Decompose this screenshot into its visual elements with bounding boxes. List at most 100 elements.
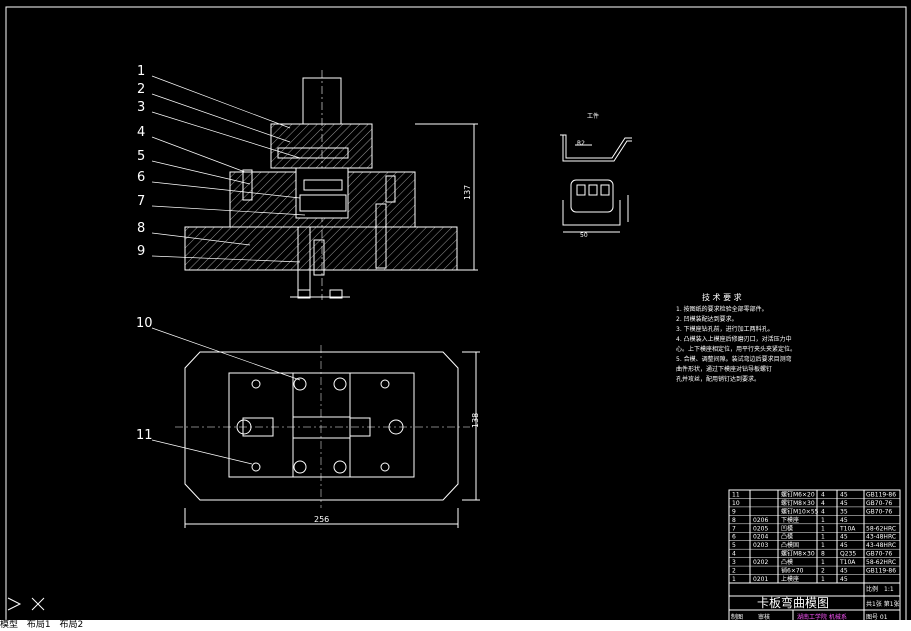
bom-cell-name: 螺钉M8×30: [781, 499, 815, 507]
bom-cell-no: 4: [732, 551, 736, 558]
bom-cell-name: 凸模: [781, 558, 793, 566]
tech-req-line-2: 2. 凹模装配达到要求。: [676, 315, 738, 323]
bom-cell-code: 0202: [753, 559, 768, 566]
drawing-svg: 137 1 2 3 4 5 6 7 8 9 10 11 256 138 工件 R…: [5, 6, 907, 625]
plan-view: [175, 345, 480, 528]
tech-req-title: 技 术 要 求: [702, 292, 742, 302]
bom-cell-qty: 1: [821, 534, 825, 541]
bom-cell-qty: 1: [821, 542, 825, 549]
title-block-sheet: 共1张 第1张: [866, 600, 900, 608]
dim-256: 256: [314, 515, 329, 524]
bom-cell-mat: T10A: [839, 559, 856, 566]
part-label-2: 2: [137, 82, 145, 97]
bom-cell-qty: 1: [821, 517, 825, 524]
bom-cell-name: 螺钉M6×20: [781, 490, 815, 498]
bom-cell-mat: 45: [840, 568, 848, 575]
bom-cell-name: 凹模: [781, 524, 793, 532]
bom-cell-mat: 45: [840, 576, 848, 583]
bom-cell-no: 2: [732, 568, 736, 575]
bom-cell-name: 销6×70: [781, 567, 804, 575]
bom-cell-name: 螺钉M10×55: [781, 507, 819, 515]
dim-137: 137: [463, 185, 472, 200]
bom-cell-std: GB119-86: [866, 491, 896, 498]
part-label-8: 8: [137, 221, 145, 236]
bom-cell-code: 0204: [753, 534, 768, 541]
part-label-9: 9: [137, 244, 145, 259]
part-label-10: 10: [136, 316, 153, 331]
bom-cell-qty: 4: [821, 500, 825, 507]
bom-cell-name: 凸模固: [781, 541, 799, 549]
workpiece-view: [560, 134, 632, 233]
bom-cell-qty: 1: [821, 525, 825, 532]
bom-cell-name: 下模座: [781, 516, 799, 524]
bom-cell-no: 6: [732, 534, 736, 541]
bom-cell-std: GB70-76: [866, 500, 892, 507]
bom-cell-mat: T10A: [839, 525, 856, 532]
part-label-11: 11: [136, 428, 153, 443]
tech-req-line-4: 4. 凸模装入上模座后修磨刃口，对活压力中: [676, 335, 792, 343]
tab-layout-2[interactable]: 布局2: [60, 620, 84, 630]
dim-r2: R2: [577, 140, 585, 147]
part-label-6: 6: [137, 170, 145, 185]
bom-cell-mat: Q235: [840, 551, 856, 558]
bom-cell-std: 43-48HRC: [866, 542, 896, 549]
part-label-1: 1: [137, 64, 145, 79]
bom-cell-qty: 2: [821, 568, 825, 575]
part-label-7: 7: [137, 194, 145, 209]
cad-drawing-canvas[interactable]: { "canvas_bg": "#000000", "line_color": …: [0, 0, 911, 631]
bom-cell-no: 1: [732, 576, 736, 583]
bom-cell-no: 7: [732, 525, 736, 532]
bom-cell-no: 10: [732, 500, 740, 507]
bom-cell-qty: 1: [821, 576, 825, 583]
bom-cell-name: 螺钉M8×30: [781, 550, 815, 558]
bom-cell-mat: 35: [840, 508, 848, 515]
bom-cell-code: 0205: [753, 525, 768, 532]
bom-cell-no: 8: [732, 517, 736, 524]
bom-cell-qty: 1: [821, 559, 825, 566]
bom-cell-mat: 45: [840, 517, 848, 524]
layout-tabs-bar: 模型 布局1 布局2: [0, 620, 911, 631]
tech-req-line-3: 3. 下模座钻孔前，进行加工两料孔。: [676, 325, 774, 333]
front-section-view: [184, 70, 478, 300]
bom-cell-std: 43-48HRC: [866, 534, 896, 541]
bom-cell-qty: 8: [821, 551, 825, 558]
bom-cell-mat: 45: [840, 534, 848, 541]
tab-model[interactable]: 模型: [0, 620, 18, 630]
tech-req-line-7: 曲件形状，通过下模座对钻导板螺钉: [676, 365, 772, 373]
bom-cell-std: GB70-76: [866, 508, 892, 515]
tab-layout-1[interactable]: 布局1: [27, 620, 51, 630]
bom-cell-code: 0203: [753, 542, 768, 549]
dim-138: 138: [471, 413, 480, 428]
title-block-title: 卡板弯曲模图: [757, 595, 829, 610]
tech-req-line-1: 1. 按图纸的要求检验全部零部件。: [676, 305, 768, 313]
part-label-3: 3: [137, 100, 145, 115]
bom-cell-std: 58-62HRC: [866, 559, 896, 566]
bom-cell-qty: 4: [821, 491, 825, 498]
tech-req-line-8: 孔并攻丝，配用销钉达到要求。: [676, 375, 760, 383]
bom-cell-no: 5: [732, 542, 736, 549]
part-label-5: 5: [137, 149, 145, 164]
title-block-scale-label: 比例: [866, 585, 878, 593]
tech-req-line-5: 心。上下模座相定位，用平行夹头夹紧定位。: [676, 345, 796, 353]
bom-cell-std: GB119-86: [866, 568, 896, 575]
ucs-icon: [7, 597, 45, 611]
bom-cell-std: GB70-76: [866, 551, 892, 558]
bom-cell-no: 3: [732, 559, 736, 566]
bom-cell-std: 58-62HRC: [866, 525, 896, 532]
title-block-scale: 1:1: [884, 586, 894, 593]
bom-cell-code: 0201: [753, 576, 768, 583]
tech-req-line-6: 5. 合模、调整间隙。装试弯边后要求目测弯: [676, 355, 792, 363]
bom-cell-name: 凸模: [781, 533, 793, 541]
part-label-4: 4: [137, 125, 145, 140]
bom-cell-mat: 45: [840, 542, 848, 549]
bom-cell-name: 上模座: [781, 575, 799, 583]
bom-cell-no: 11: [732, 491, 740, 498]
workpiece-label: 工件: [587, 112, 599, 120]
bom-cell-no: 9: [732, 508, 736, 515]
dim-50: 50: [580, 232, 588, 239]
bom-cell-mat: 45: [840, 491, 848, 498]
bom-cell-mat: 45: [840, 500, 848, 507]
bom-rows: 11 螺钉M6×20 4 45 GB119-8610 螺钉M8×30 4 45 GB70-769…: [729, 490, 900, 584]
bom-cell-qty: 4: [821, 508, 825, 515]
bom-cell-code: 0206: [753, 517, 768, 524]
